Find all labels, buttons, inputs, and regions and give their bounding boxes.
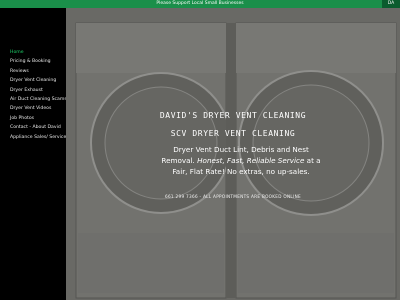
announcement-bar: Please Support Local Small Businesses DA: [0, 0, 400, 8]
nav-item-dryer-vent-cleaning[interactable]: Dryer Vent Cleaning: [10, 76, 67, 85]
nav-list: Home Pricing & Booking Reviews Dryer Ven…: [10, 48, 67, 142]
corner-badge[interactable]: DA: [382, 0, 400, 8]
nav-item-contact[interactable]: Contact - About David: [10, 123, 67, 132]
sidebar-nav: Home Pricing & Booking Reviews Dryer Ven…: [0, 8, 67, 300]
hero-section: DAVID'S DRYER VENT CLEANING SCV DRYER VE…: [66, 8, 400, 300]
contact-line[interactable]: 661 299 7366 - ALL APPOINTMENTS ARE BOOK…: [66, 194, 400, 199]
nav-item-reviews[interactable]: Reviews: [10, 67, 67, 76]
hero-title: DAVID'S DRYER VENT CLEANING: [159, 111, 307, 120]
nav-item-dryer-exhaust[interactable]: Dryer Exhaust: [10, 86, 67, 95]
nav-item-home[interactable]: Home: [10, 48, 67, 57]
nav-item-pricing[interactable]: Pricing & Booking: [10, 57, 67, 66]
nav-item-appliance[interactable]: Appliance Sales/ Service: [10, 133, 67, 142]
blurb-emphasis: Honest, Fast, Reliable Service: [197, 156, 305, 165]
nav-item-air-duct-scams[interactable]: Air Duct Cleaning Scams: [10, 95, 67, 104]
nav-item-videos[interactable]: Dryer Vent Videos: [10, 104, 67, 113]
hero-blurb: Dryer Vent Duct Lint, Debris and Nest Re…: [161, 144, 321, 177]
announcement-text: Please Support Local Small Businesses: [156, 1, 244, 6]
hero-subtitle: SCV DRYER VENT CLEANING: [170, 129, 296, 138]
nav-item-job-photos[interactable]: Job Photos: [10, 114, 67, 123]
